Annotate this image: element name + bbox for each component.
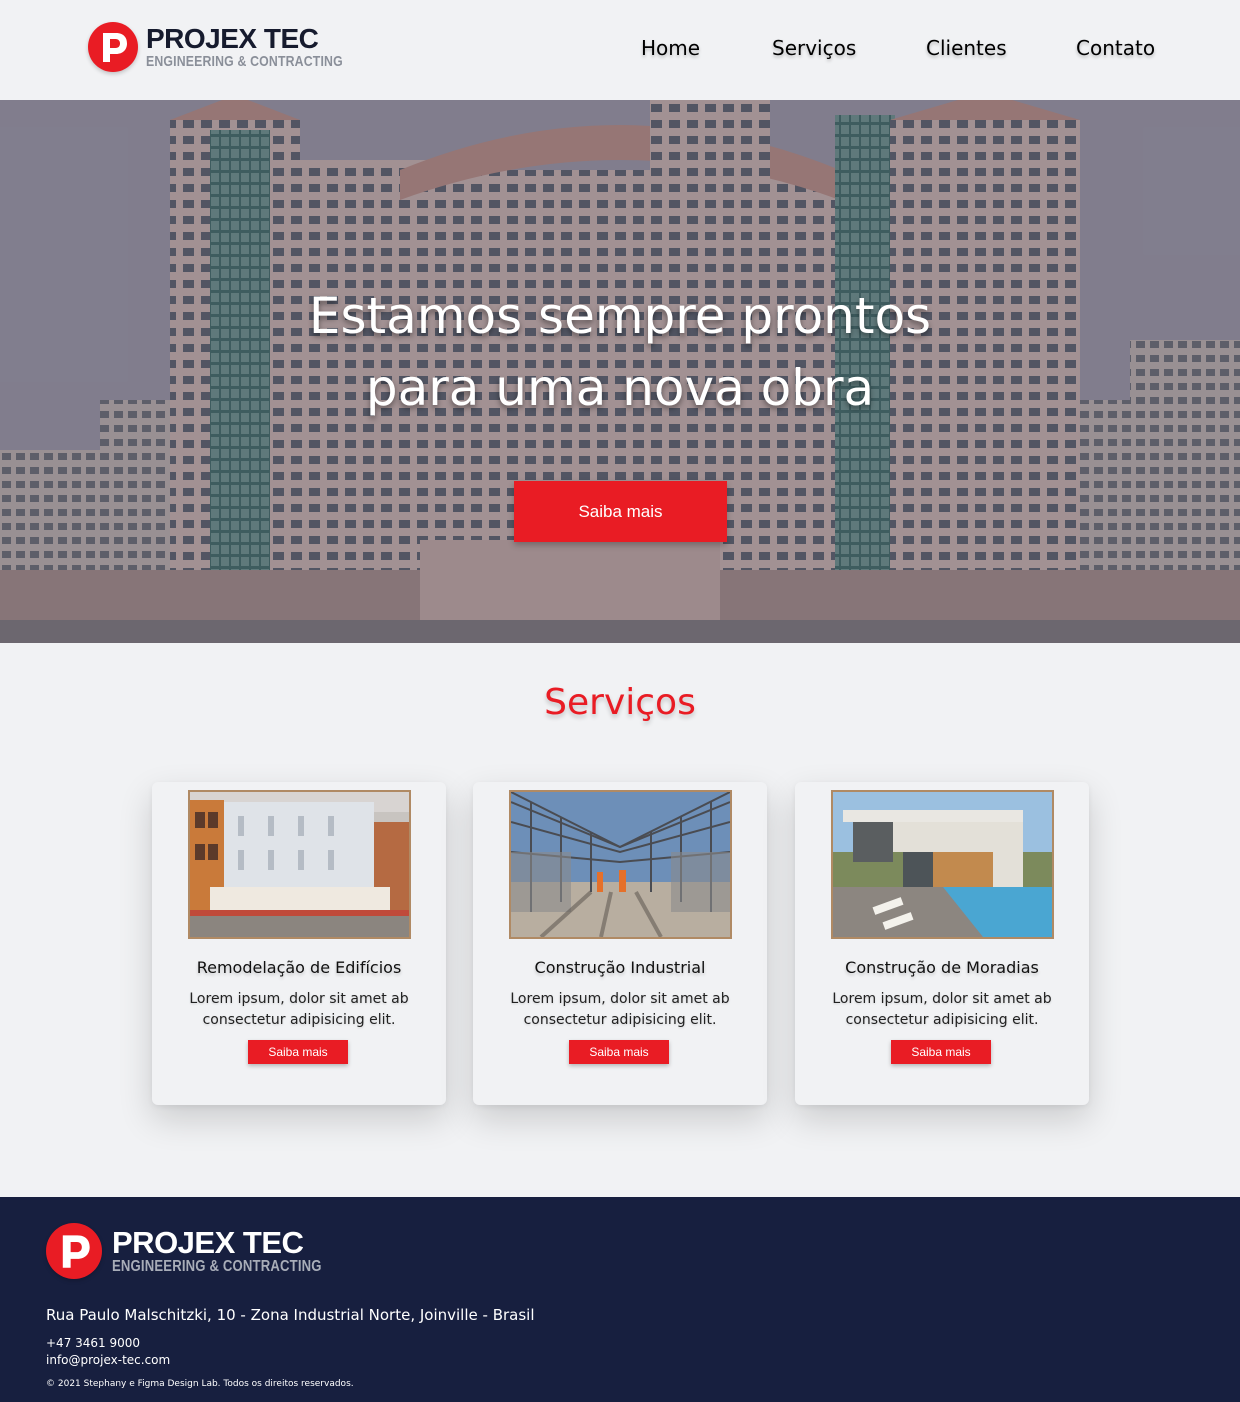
site-header: PROJEX TEC ENGINEERING & CONTRACTING Hom… <box>0 0 1240 100</box>
nav-contato[interactable]: Contato <box>1076 36 1155 60</box>
service-card-button[interactable]: Saiba mais <box>569 1040 669 1064</box>
nav-servicos[interactable]: Serviços <box>772 36 856 60</box>
footer-address: Rua Paulo Malschitzki, 10 - Zona Industr… <box>46 1306 535 1324</box>
logo-name: PROJEX TEC <box>112 1225 304 1260</box>
service-card-desc: Lorem ipsum, dolor sit amet ab consectet… <box>189 991 409 1028</box>
service-card-desc: Lorem ipsum, dolor sit amet ab consectet… <box>510 991 730 1028</box>
footer-copyright: © 2021 Stephany e Figma Design Lab. Todo… <box>46 1379 354 1389</box>
service-card: Construção Industrial Lorem ipsum, dolor… <box>473 782 767 1105</box>
service-card-title: Construção Industrial <box>534 958 706 977</box>
service-card: Remodelação de Edifícios Lorem ipsum, do… <box>152 782 446 1105</box>
hero-section: Estamos sempre prontos para uma nova obr… <box>0 100 1240 643</box>
service-card: Construção de Moradias Lorem ipsum, dolo… <box>795 782 1089 1105</box>
service-card-title: Remodelação de Edifícios <box>196 958 402 977</box>
modern-house-image <box>831 790 1054 939</box>
nav-home[interactable]: Home <box>641 36 700 60</box>
nav-clientes[interactable]: Clientes <box>926 36 1007 60</box>
footer-logo[interactable]: PROJEX TEC ENGINEERING & CONTRACTING <box>46 1223 368 1279</box>
service-card-button[interactable]: Saiba mais <box>248 1040 348 1064</box>
building-renovation-image <box>188 790 411 939</box>
footer-email[interactable]: info@projex-tec.com <box>46 1353 170 1367</box>
logo-mark-icon <box>46 1223 102 1279</box>
logo-tagline: ENGINEERING & CONTRACTING <box>112 1258 322 1275</box>
service-card-desc: Lorem ipsum, dolor sit amet ab consectet… <box>832 991 1052 1028</box>
service-card-title: Construção de Moradias <box>845 958 1039 977</box>
main-nav: Home Serviços Clientes Contato <box>0 36 1240 66</box>
hero-title: Estamos sempre prontos para uma nova obr… <box>308 287 932 417</box>
hero-cta-button[interactable]: Saiba mais <box>514 481 727 542</box>
steel-structure-image <box>509 790 732 939</box>
services-title: Serviços <box>544 682 696 723</box>
service-card-button[interactable]: Saiba mais <box>891 1040 991 1064</box>
footer-phone[interactable]: +47 3461 9000 <box>46 1336 140 1350</box>
site-footer: PROJEX TEC ENGINEERING & CONTRACTING Rua… <box>0 1197 1240 1402</box>
